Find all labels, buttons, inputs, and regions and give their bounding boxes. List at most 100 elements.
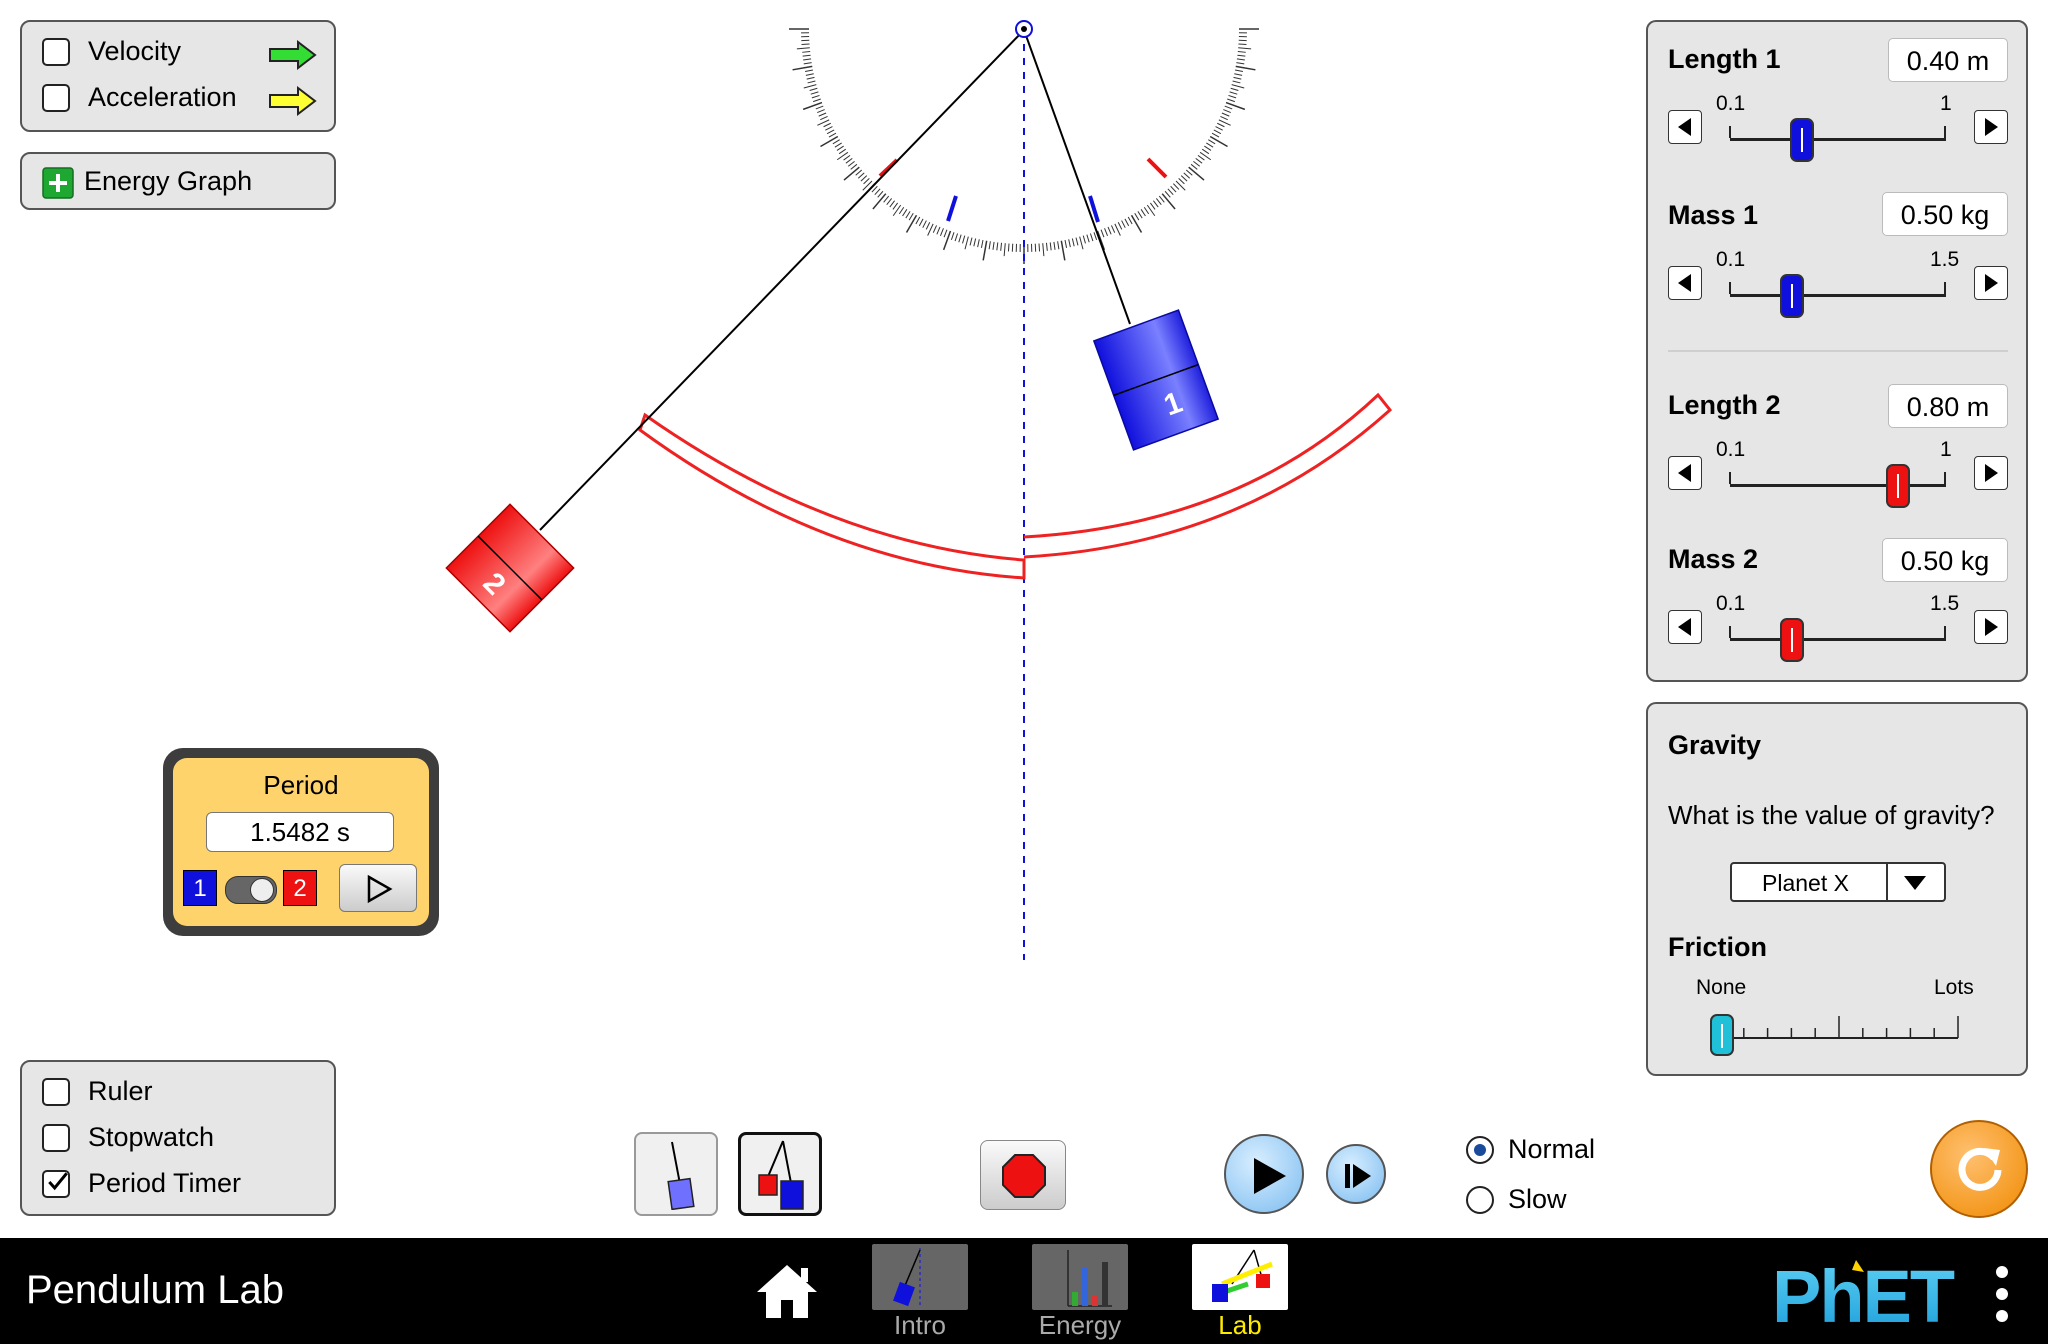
stopwatch-checkbox[interactable] — [42, 1123, 70, 1152]
protractor-tick — [943, 229, 948, 238]
protractor-tick — [820, 135, 839, 148]
period-timer-value: 1.5482 s — [206, 812, 394, 852]
stop-button[interactable] — [980, 1140, 1066, 1210]
play-pause-button[interactable] — [1224, 1134, 1304, 1214]
slow-radio-button[interactable] — [1466, 1185, 1494, 1214]
mass1-decrement-button[interactable] — [1668, 266, 1702, 300]
phet-logo[interactable]: PhET — [1772, 1255, 1972, 1338]
protractor-tick — [1197, 154, 1205, 161]
protractor-tick — [902, 209, 908, 217]
tab-intro-label: Intro — [893, 1310, 947, 1340]
protractor-tick — [936, 226, 941, 235]
length1-slider-thumb[interactable] — [1790, 118, 1814, 162]
protractor-tick — [815, 105, 824, 110]
play-icon — [367, 874, 393, 904]
protractor-tick — [939, 228, 944, 236]
mass1-increment-button[interactable] — [1974, 266, 2008, 300]
speed-normal-radio[interactable]: Normal — [1466, 1134, 1595, 1165]
protractor-tick — [1107, 226, 1112, 235]
length1-slider-track[interactable] — [1730, 138, 1946, 141]
speed-slow-radio[interactable]: Slow — [1466, 1184, 1567, 1215]
protractor-tick — [1057, 241, 1060, 250]
mass1-slider-thumb[interactable] — [1780, 274, 1804, 318]
protractor-tick — [1143, 206, 1150, 215]
mass2-slider-thumb[interactable] — [1780, 618, 1804, 662]
protractor-tick — [1007, 243, 1010, 252]
mass2-min: 0.1 — [1716, 592, 1746, 615]
protractor-tick — [1172, 183, 1180, 190]
pendulum2-bob[interactable]: 2 — [445, 503, 575, 633]
protractor-tick — [1110, 225, 1116, 233]
ruler-checkbox[interactable] — [42, 1077, 70, 1106]
period-timer-play-button[interactable] — [339, 864, 417, 912]
protractor-tick — [1003, 243, 1006, 257]
pendulum2-string — [539, 29, 1025, 531]
protractor-tick — [1193, 160, 1201, 167]
mass2-decrement-button[interactable] — [1668, 610, 1702, 644]
protractor-tick — [1167, 188, 1174, 196]
checkmark-icon — [48, 1171, 68, 1190]
pendulum-controls-panel: Length 1 0.40 m 0.1 1 Mass 1 0.50 kg 0.1… — [1646, 20, 2028, 682]
options-menu-icon[interactable] — [1994, 1264, 2010, 1324]
two-pendulums-button[interactable] — [738, 1132, 822, 1216]
slow-label: Slow — [1508, 1184, 1567, 1214]
protractor-tick — [915, 216, 921, 225]
one-pendulum-icon — [667, 1141, 695, 1210]
protractor-tick — [1170, 185, 1177, 193]
protractor-tick — [1079, 236, 1084, 250]
protractor-tick — [1225, 101, 1246, 111]
protractor-tick — [803, 62, 812, 65]
friction-slider-thumb[interactable] — [1710, 1014, 1734, 1056]
length2-min: 0.1 — [1716, 438, 1746, 461]
mass1-max: 1.5 — [1930, 248, 1960, 271]
stopwatch-checkbox-row[interactable]: Stopwatch — [42, 1122, 214, 1153]
period-timer-checkbox-row[interactable]: Period Timer — [42, 1168, 241, 1199]
length2-slider-thumb[interactable] — [1886, 464, 1910, 508]
protractor-tick — [1038, 243, 1041, 252]
tab-intro[interactable]: Intro — [872, 1244, 968, 1341]
protractor-tick — [1089, 233, 1094, 242]
ruler-checkbox-row[interactable]: Ruler — [42, 1076, 153, 1107]
protractor-tick — [826, 129, 835, 135]
protractor-tick — [1233, 76, 1242, 80]
length1-increment-button[interactable] — [1974, 110, 2008, 144]
mass2-slider-track[interactable] — [1730, 638, 1946, 641]
protractor-tick — [1124, 218, 1130, 227]
length2-slider-track[interactable] — [1730, 484, 1946, 487]
protractor-tick — [843, 154, 851, 161]
period-timer[interactable]: Period 1.5482 s 1 2 — [163, 748, 439, 936]
mass1-slider-track[interactable] — [1730, 294, 1946, 297]
tab-energy[interactable]: Energy — [1032, 1244, 1128, 1341]
period-timer-pendulum1[interactable]: 1 — [183, 870, 217, 906]
angle-marker-blue-left — [946, 195, 958, 222]
protractor-tick — [908, 213, 914, 221]
app-title: Pendulum Lab — [26, 1268, 284, 1312]
step-forward-button[interactable] — [1326, 1144, 1386, 1204]
mass1-value: 0.50 kg — [1882, 192, 2008, 236]
protractor-tick — [1217, 122, 1225, 128]
gravity-dropdown[interactable]: Planet X — [1730, 862, 1946, 902]
length2-decrement-button[interactable] — [1668, 456, 1702, 490]
reset-all-button[interactable] — [1930, 1120, 2028, 1218]
friction-slider-track[interactable] — [1718, 1012, 1968, 1042]
length1-decrement-button[interactable] — [1668, 110, 1702, 144]
single-pendulum-button[interactable] — [634, 1132, 718, 1216]
tab-lab[interactable]: Lab — [1192, 1244, 1288, 1341]
mass2-increment-button[interactable] — [1974, 610, 2008, 644]
normal-radio-button[interactable] — [1466, 1135, 1494, 1164]
protractor-tick — [802, 50, 811, 53]
protractor-tick — [1204, 145, 1212, 151]
home-icon[interactable] — [754, 1262, 820, 1320]
protractor-tick — [1224, 105, 1233, 110]
protractor-tick — [1235, 65, 1256, 71]
period-timer-checkbox[interactable] — [42, 1169, 70, 1198]
pendulum1-bob[interactable]: 1 — [1092, 309, 1220, 451]
period-timer-toggle[interactable] — [225, 876, 277, 904]
period-timer-pendulum2[interactable]: 2 — [283, 870, 317, 906]
protractor-tick — [1238, 43, 1247, 46]
protractor-tick — [1209, 135, 1228, 148]
length2-increment-button[interactable] — [1974, 456, 2008, 490]
protractor-tick — [1236, 58, 1245, 61]
protractor-tick — [810, 91, 819, 95]
protractor-tick — [988, 241, 991, 250]
